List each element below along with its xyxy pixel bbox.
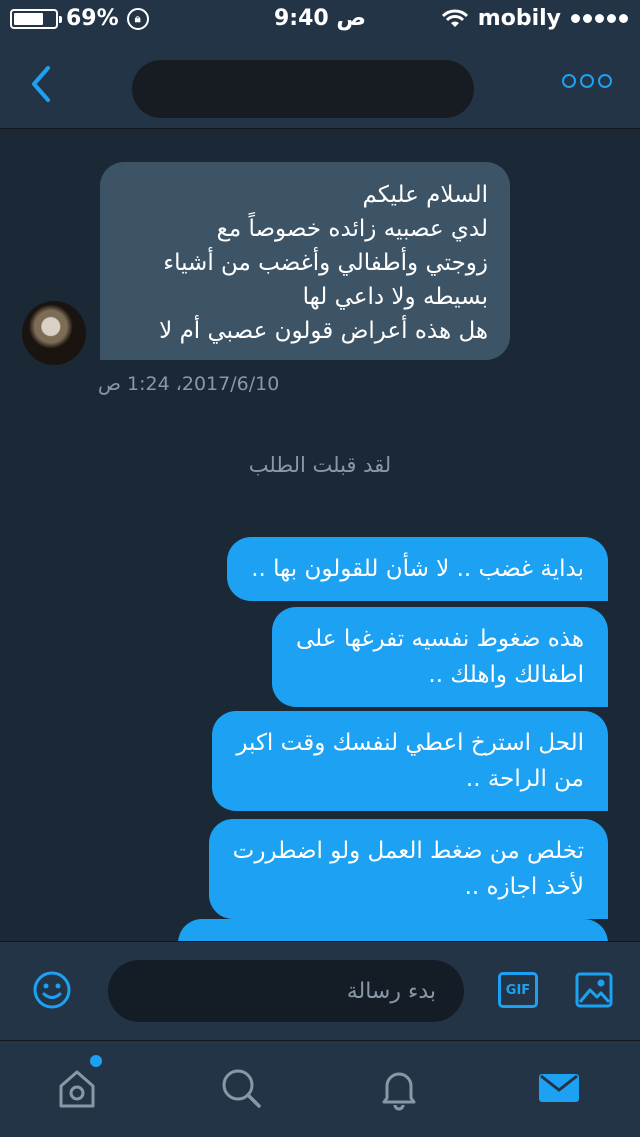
notification-dot bbox=[90, 1055, 102, 1067]
message-line: هل هذه أعراض قولون عصبي أم لا bbox=[159, 318, 488, 344]
message-line: هذه ضغوط نفسيه تفرغها على bbox=[296, 626, 584, 652]
request-accepted-notice: لقد قبلت الطلب bbox=[248, 453, 392, 477]
message-line: لدي عصبيه زائده خصوصاً مع bbox=[216, 216, 488, 242]
message-thread[interactable]: السلام عليكم لدي عصبيه زائده خصوصاً مع ز… bbox=[0, 129, 640, 941]
outgoing-message-bubble[interactable]: تخلص من ضغط العمل ولو اضطررت لأخذ اجازه … bbox=[208, 819, 608, 919]
message-line: الحل استرخ اعطي لنفسك وقت اكبر bbox=[236, 730, 584, 756]
message-line: لأخذ اجازه .. bbox=[464, 874, 584, 900]
emoji-icon[interactable] bbox=[32, 970, 72, 1010]
status-right: mobily bbox=[441, 6, 628, 31]
message-input[interactable] bbox=[108, 960, 464, 1022]
search-icon[interactable] bbox=[218, 1065, 264, 1111]
chevron-left-icon[interactable] bbox=[26, 62, 66, 106]
image-icon[interactable] bbox=[574, 970, 614, 1010]
incoming-message-bubble[interactable]: السلام عليكم لدي عصبيه زائده خصوصاً مع ز… bbox=[100, 162, 510, 360]
messages-icon[interactable] bbox=[536, 1065, 582, 1111]
outgoing-message-bubble[interactable]: هذه ضغوط نفسيه تفرغها على اطفالك واهلك .… bbox=[272, 607, 608, 707]
message-composer: GIF bbox=[0, 941, 640, 1041]
message-line: زوجتي وأطفالي وأغضب من أشياء bbox=[163, 250, 488, 276]
message-line: من الراحة .. bbox=[465, 766, 584, 792]
message-line: بداية غضب .. لا شأن للقولون بها .. bbox=[251, 556, 584, 582]
wifi-icon bbox=[441, 9, 468, 27]
outgoing-message-bubble[interactable]: بداية غضب .. لا شأن للقولون بها .. bbox=[227, 537, 608, 601]
message-line: بسيطه ولا داعي لها bbox=[302, 284, 488, 310]
message-line: السلام عليكم bbox=[362, 182, 488, 208]
conversation-title-redacted[interactable] bbox=[132, 60, 474, 118]
home-icon[interactable] bbox=[54, 1065, 100, 1111]
avatar[interactable] bbox=[22, 301, 86, 365]
message-line: اطفالك واهلك .. bbox=[428, 662, 584, 688]
status-bar: 69% 🔒︎ 9:40 ص mobily bbox=[0, 0, 640, 40]
bottom-tab-bar bbox=[0, 1040, 640, 1137]
more-icon[interactable] bbox=[562, 74, 612, 88]
outgoing-message-bubble-partial[interactable] bbox=[178, 919, 608, 941]
bell-icon[interactable] bbox=[376, 1065, 422, 1111]
signal-strength-icon bbox=[571, 14, 628, 23]
message-line: تخلص من ضغط العمل ولو اضطررت bbox=[232, 838, 584, 864]
message-timestamp: 2017/6/10، 1:24 ص bbox=[98, 373, 280, 395]
carrier-name: mobily bbox=[477, 6, 561, 31]
gif-button[interactable]: GIF bbox=[498, 972, 538, 1008]
conversation-header bbox=[0, 40, 640, 129]
outgoing-message-bubble[interactable]: الحل استرخ اعطي لنفسك وقت اكبر من الراحة… bbox=[212, 711, 608, 811]
